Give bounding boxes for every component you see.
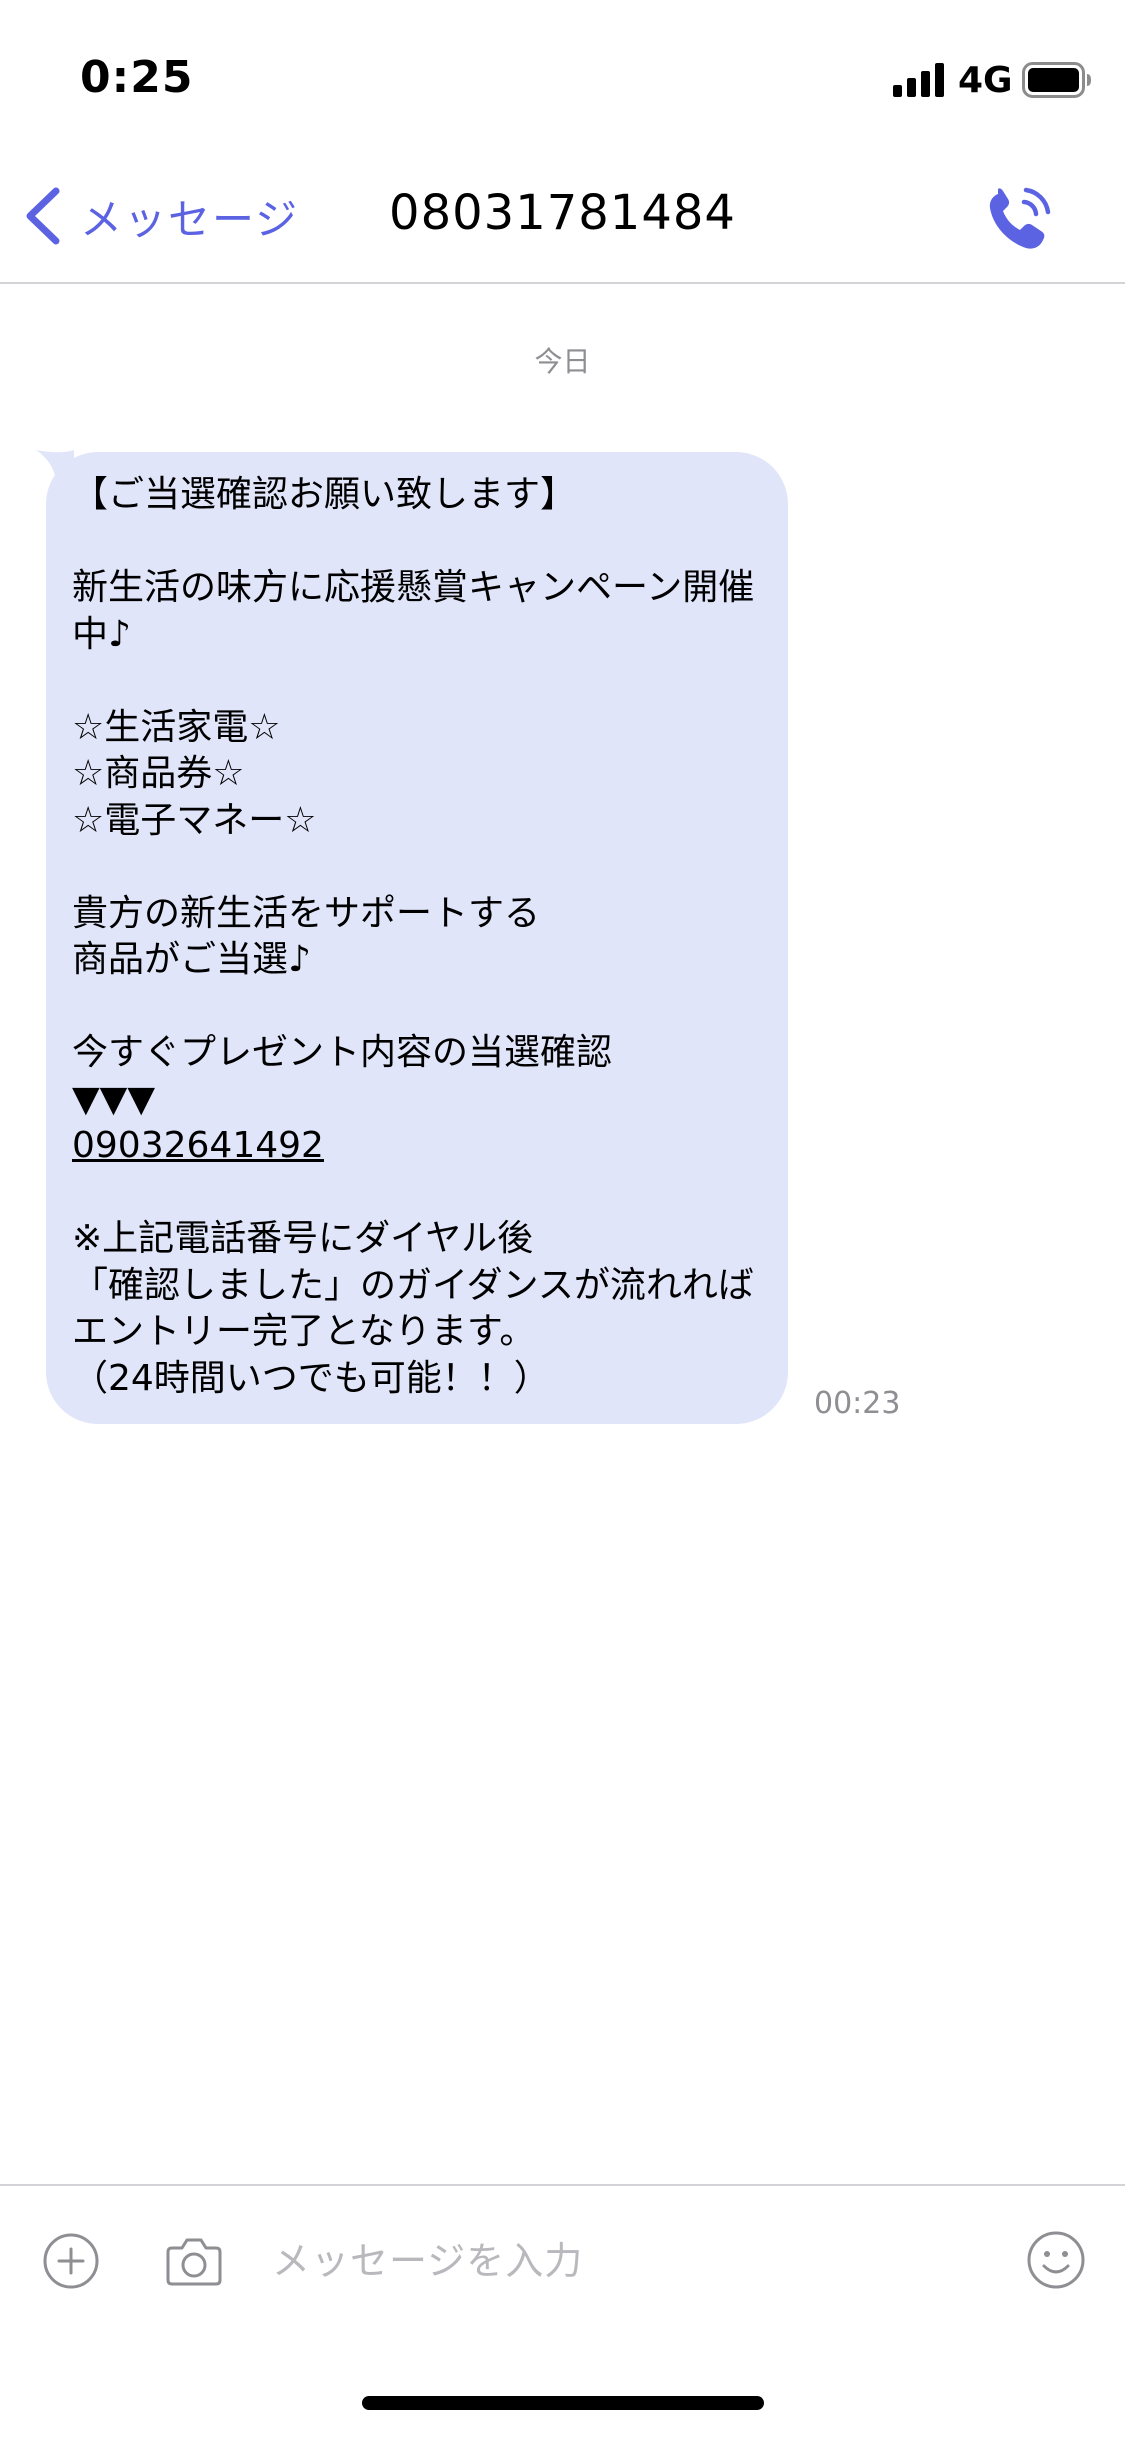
message-line: 今すぐプレゼント内容の当選確認 [72, 1032, 613, 1073]
message-line: エントリー完了となります。 [72, 1311, 536, 1352]
message-line: 貴方の新生活をサポートする [72, 892, 541, 934]
message-line: ☆商品券☆ [72, 753, 245, 794]
message-line [72, 984, 764, 1031]
battery-icon [1022, 62, 1091, 98]
message-line: ☆生活家電☆ [72, 706, 281, 748]
status-time: 0:25 [80, 52, 194, 103]
message-line: 新生活の味方に応援懸賞キャンペーン開催 [72, 567, 755, 608]
date-divider: 今日 [534, 345, 591, 378]
camera-icon [166, 2238, 222, 2286]
message-line: 【ご当選確認お願い致します】 [72, 474, 577, 515]
message-line [72, 1170, 764, 1217]
message-line: ☆電子マネー☆ [72, 799, 317, 841]
phone-icon [989, 187, 1051, 249]
message-timestamp: 00:23 [814, 1386, 901, 1421]
status-bar: 0:25 4G [0, 0, 1125, 150]
message-line: 商品がご当選♪ [72, 939, 311, 980]
plus-circle-icon [43, 2233, 99, 2289]
phone-number-link[interactable]: 09032641492 [72, 1123, 764, 1170]
chevron-left-icon [26, 187, 60, 245]
call-button[interactable] [978, 180, 1058, 260]
signal-bars-icon [893, 63, 944, 97]
message-line: 中♪ [72, 613, 131, 655]
message-line [72, 519, 764, 566]
home-indicator [362, 2396, 764, 2410]
message-line [72, 844, 764, 891]
message-line: 「確認しました」のガイダンスが流れれば [72, 1264, 754, 1306]
camera-button[interactable] [164, 2232, 224, 2290]
message-line: （24時間いつでも可能！！） [72, 1357, 550, 1399]
back-button[interactable]: メッセージ [20, 178, 299, 254]
network-label: 4G [958, 60, 1013, 101]
message-line: ※上記電話番号にダイヤル後 [72, 1218, 534, 1259]
message-input[interactable] [272, 2226, 992, 2296]
conversation-title: 08031781484 [389, 185, 736, 241]
message-line [72, 658, 764, 705]
emoji-button[interactable] [1026, 2230, 1086, 2290]
add-button[interactable] [42, 2232, 100, 2290]
navigation-bar: メッセージ 08031781484 [0, 150, 1125, 284]
message-line: ▼▼▼ [72, 1078, 156, 1120]
back-label: メッセージ [80, 194, 300, 244]
smiley-icon [1027, 2231, 1085, 2289]
message-bubble[interactable]: 【ご当選確認お願い致します】新生活の味方に応援懸賞キャンペーン開催 中♪ ☆生活家電… [46, 452, 788, 1424]
